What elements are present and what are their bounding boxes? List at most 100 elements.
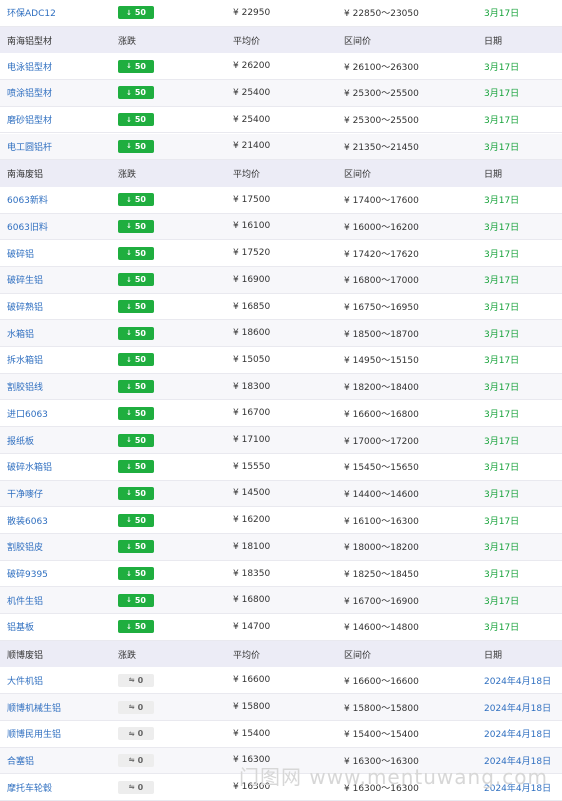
item-name-cell: 大件机铝 xyxy=(7,668,43,694)
item-name-link[interactable]: 割胶铝线 xyxy=(7,380,43,393)
range-price: ¥ 26100～26300 xyxy=(344,62,419,73)
change-badge: ↓ 50 xyxy=(118,406,154,420)
item-name-link[interactable]: 顺博民用生铝 xyxy=(7,727,61,740)
change-badge: ↓ 50 xyxy=(118,593,154,607)
range-price-cell: ¥ 16700～16900 xyxy=(344,587,419,613)
item-name-link[interactable]: 破碎水箱铝 xyxy=(7,460,52,473)
item-name-link[interactable]: 6063旧料 xyxy=(7,220,48,233)
item-name-link[interactable]: 大件机铝 xyxy=(7,674,43,687)
change-cell: ↓ 50 xyxy=(118,187,154,213)
item-name-link[interactable]: 喷涂铝型材 xyxy=(7,86,52,99)
header-change: 涨跌 xyxy=(118,641,136,668)
header-date: 日期 xyxy=(484,641,502,668)
item-name-link[interactable]: 6063新料 xyxy=(7,193,48,206)
down-arrow-icon: ↓ xyxy=(125,622,132,631)
item-name-cell: 进口6063 xyxy=(7,401,48,427)
date-cell: 3月17日 xyxy=(484,587,519,613)
item-name-link[interactable]: 破碎生铝 xyxy=(7,273,43,286)
change-badge: ↓ 50 xyxy=(118,6,154,20)
item-name-cell: 割胶铝线 xyxy=(7,374,43,400)
item-name-link[interactable]: 环保ADC12 xyxy=(7,6,56,19)
item-name-link[interactable]: 水箱铝 xyxy=(7,327,34,340)
average-price: ¥ 21400 xyxy=(233,141,271,152)
date-cell: 3月17日 xyxy=(484,107,519,133)
item-name-link[interactable]: 电泳铝型材 xyxy=(7,60,52,73)
change-badge: ↓ 50 xyxy=(118,567,154,581)
item-name-link[interactable]: 磨砂铝型材 xyxy=(7,113,52,126)
item-name-link[interactable]: 报纸板 xyxy=(7,434,34,447)
item-name-link[interactable]: 电工圆铝杆 xyxy=(7,140,52,153)
item-name-link[interactable]: 顺博机械生铝 xyxy=(7,701,61,714)
item-name-link[interactable]: 散装6063 xyxy=(7,514,48,527)
table-row: 机件生铝 ↓ 50 ¥ 16800 ¥ 16700～16900 3月17日 xyxy=(0,587,562,615)
down-arrow-icon: ↓ xyxy=(125,222,132,231)
table-row: 环保ADC12 ↓ 50 ¥ 22950 ¥ 22850～23050 3月17日 xyxy=(0,0,562,27)
range-price-cell: ¥ 16000～16200 xyxy=(344,214,419,240)
range-price-cell: ¥ 16600～16800 xyxy=(344,401,419,427)
item-name-cell: 破碎生铝 xyxy=(7,267,43,293)
item-name-link[interactable]: 摩托车轮毂 xyxy=(7,781,52,794)
change-cell: ↓ 50 xyxy=(118,294,154,320)
date-value: 3月17日 xyxy=(484,222,520,233)
average-price-cell: ¥ 16600 xyxy=(233,668,270,694)
item-name-link[interactable]: 合塞铝 xyxy=(7,754,34,767)
change-badge: ↓ 50 xyxy=(118,486,154,500)
change-value: 50 xyxy=(134,622,146,632)
flat-arrow-icon: ⇋ xyxy=(128,756,135,765)
range-price-cell: ¥ 22850～23050 xyxy=(344,0,419,26)
item-name-link[interactable]: 铝基板 xyxy=(7,620,34,633)
item-name-link[interactable]: 破碎熟铝 xyxy=(7,300,43,313)
average-price-cell: ¥ 14700 xyxy=(233,614,270,640)
range-price-cell: ¥ 18500～18700 xyxy=(344,320,419,346)
date-cell: 3月17日 xyxy=(484,187,519,213)
date-cell: 3月17日 xyxy=(484,267,519,293)
average-price: ¥ 15550 xyxy=(233,461,271,472)
down-arrow-icon: ↓ xyxy=(125,62,132,71)
range-price-cell: ¥ 16600～16600 xyxy=(344,668,419,694)
item-name-link[interactable]: 割胶铝皮 xyxy=(7,540,43,553)
range-price: ¥ 14400～14600 xyxy=(344,489,419,500)
average-price-cell: ¥ 14500 xyxy=(233,481,270,507)
table-row: 破碎水箱铝 ↓ 50 ¥ 15550 ¥ 15450～15650 3月17日 xyxy=(0,454,562,481)
average-price: ¥ 18300 xyxy=(233,381,271,392)
average-price-cell: ¥ 21400 xyxy=(233,134,270,160)
item-name-cell: 破碎铝 xyxy=(7,240,34,266)
table-row: 6063旧料 ↓ 50 ¥ 16100 ¥ 16000～16200 3月17日 xyxy=(0,213,562,241)
down-arrow-icon: ↓ xyxy=(125,462,132,471)
date-label: 日期 xyxy=(484,36,503,47)
date-value: 3月17日 xyxy=(484,570,520,581)
change-value: 50 xyxy=(134,115,146,125)
date-value: 3月17日 xyxy=(484,596,520,607)
date-value: 3月17日 xyxy=(484,383,520,394)
item-name-link[interactable]: 干净嘜仔 xyxy=(7,487,43,500)
date-value: 3月17日 xyxy=(484,409,520,420)
item-name-link[interactable]: 机件生铝 xyxy=(7,594,43,607)
change-label: 涨跌 xyxy=(118,170,137,181)
average-price: ¥ 16900 xyxy=(233,274,271,285)
down-arrow-icon: ↓ xyxy=(125,195,132,204)
item-name-link[interactable]: 进口6063 xyxy=(7,407,48,420)
item-name-link[interactable]: 破碎9395 xyxy=(7,567,48,580)
item-name-cell: 铝基板 xyxy=(7,614,34,640)
range-price: ¥ 14950～15150 xyxy=(344,356,419,367)
date-cell: 2024年4月18日 xyxy=(484,668,551,694)
average-price: ¥ 15050 xyxy=(233,354,271,365)
average-label: 平均价 xyxy=(233,650,261,661)
average-price: ¥ 18100 xyxy=(233,541,271,552)
date-value: 3月17日 xyxy=(484,436,520,447)
range-price: ¥ 25300～25500 xyxy=(344,89,419,100)
change-value: 50 xyxy=(134,302,146,312)
range-price-cell: ¥ 18000～18200 xyxy=(344,534,419,560)
change-value: 50 xyxy=(134,88,146,98)
range-price-cell: ¥ 25300～25500 xyxy=(344,80,419,106)
average-price-cell: ¥ 18350 xyxy=(233,561,270,587)
date-label: 日期 xyxy=(484,650,503,661)
change-cell: ↓ 50 xyxy=(118,53,154,79)
item-name-link[interactable]: 拆水箱铝 xyxy=(7,353,43,366)
range-price: ¥ 16100～16300 xyxy=(344,516,419,527)
change-cell: ↓ 50 xyxy=(118,267,154,293)
item-name-link[interactable]: 破碎铝 xyxy=(7,247,34,260)
item-name-cell: 拆水箱铝 xyxy=(7,347,43,373)
date-cell: 3月17日 xyxy=(484,214,519,240)
date-value: 3月17日 xyxy=(484,329,520,340)
